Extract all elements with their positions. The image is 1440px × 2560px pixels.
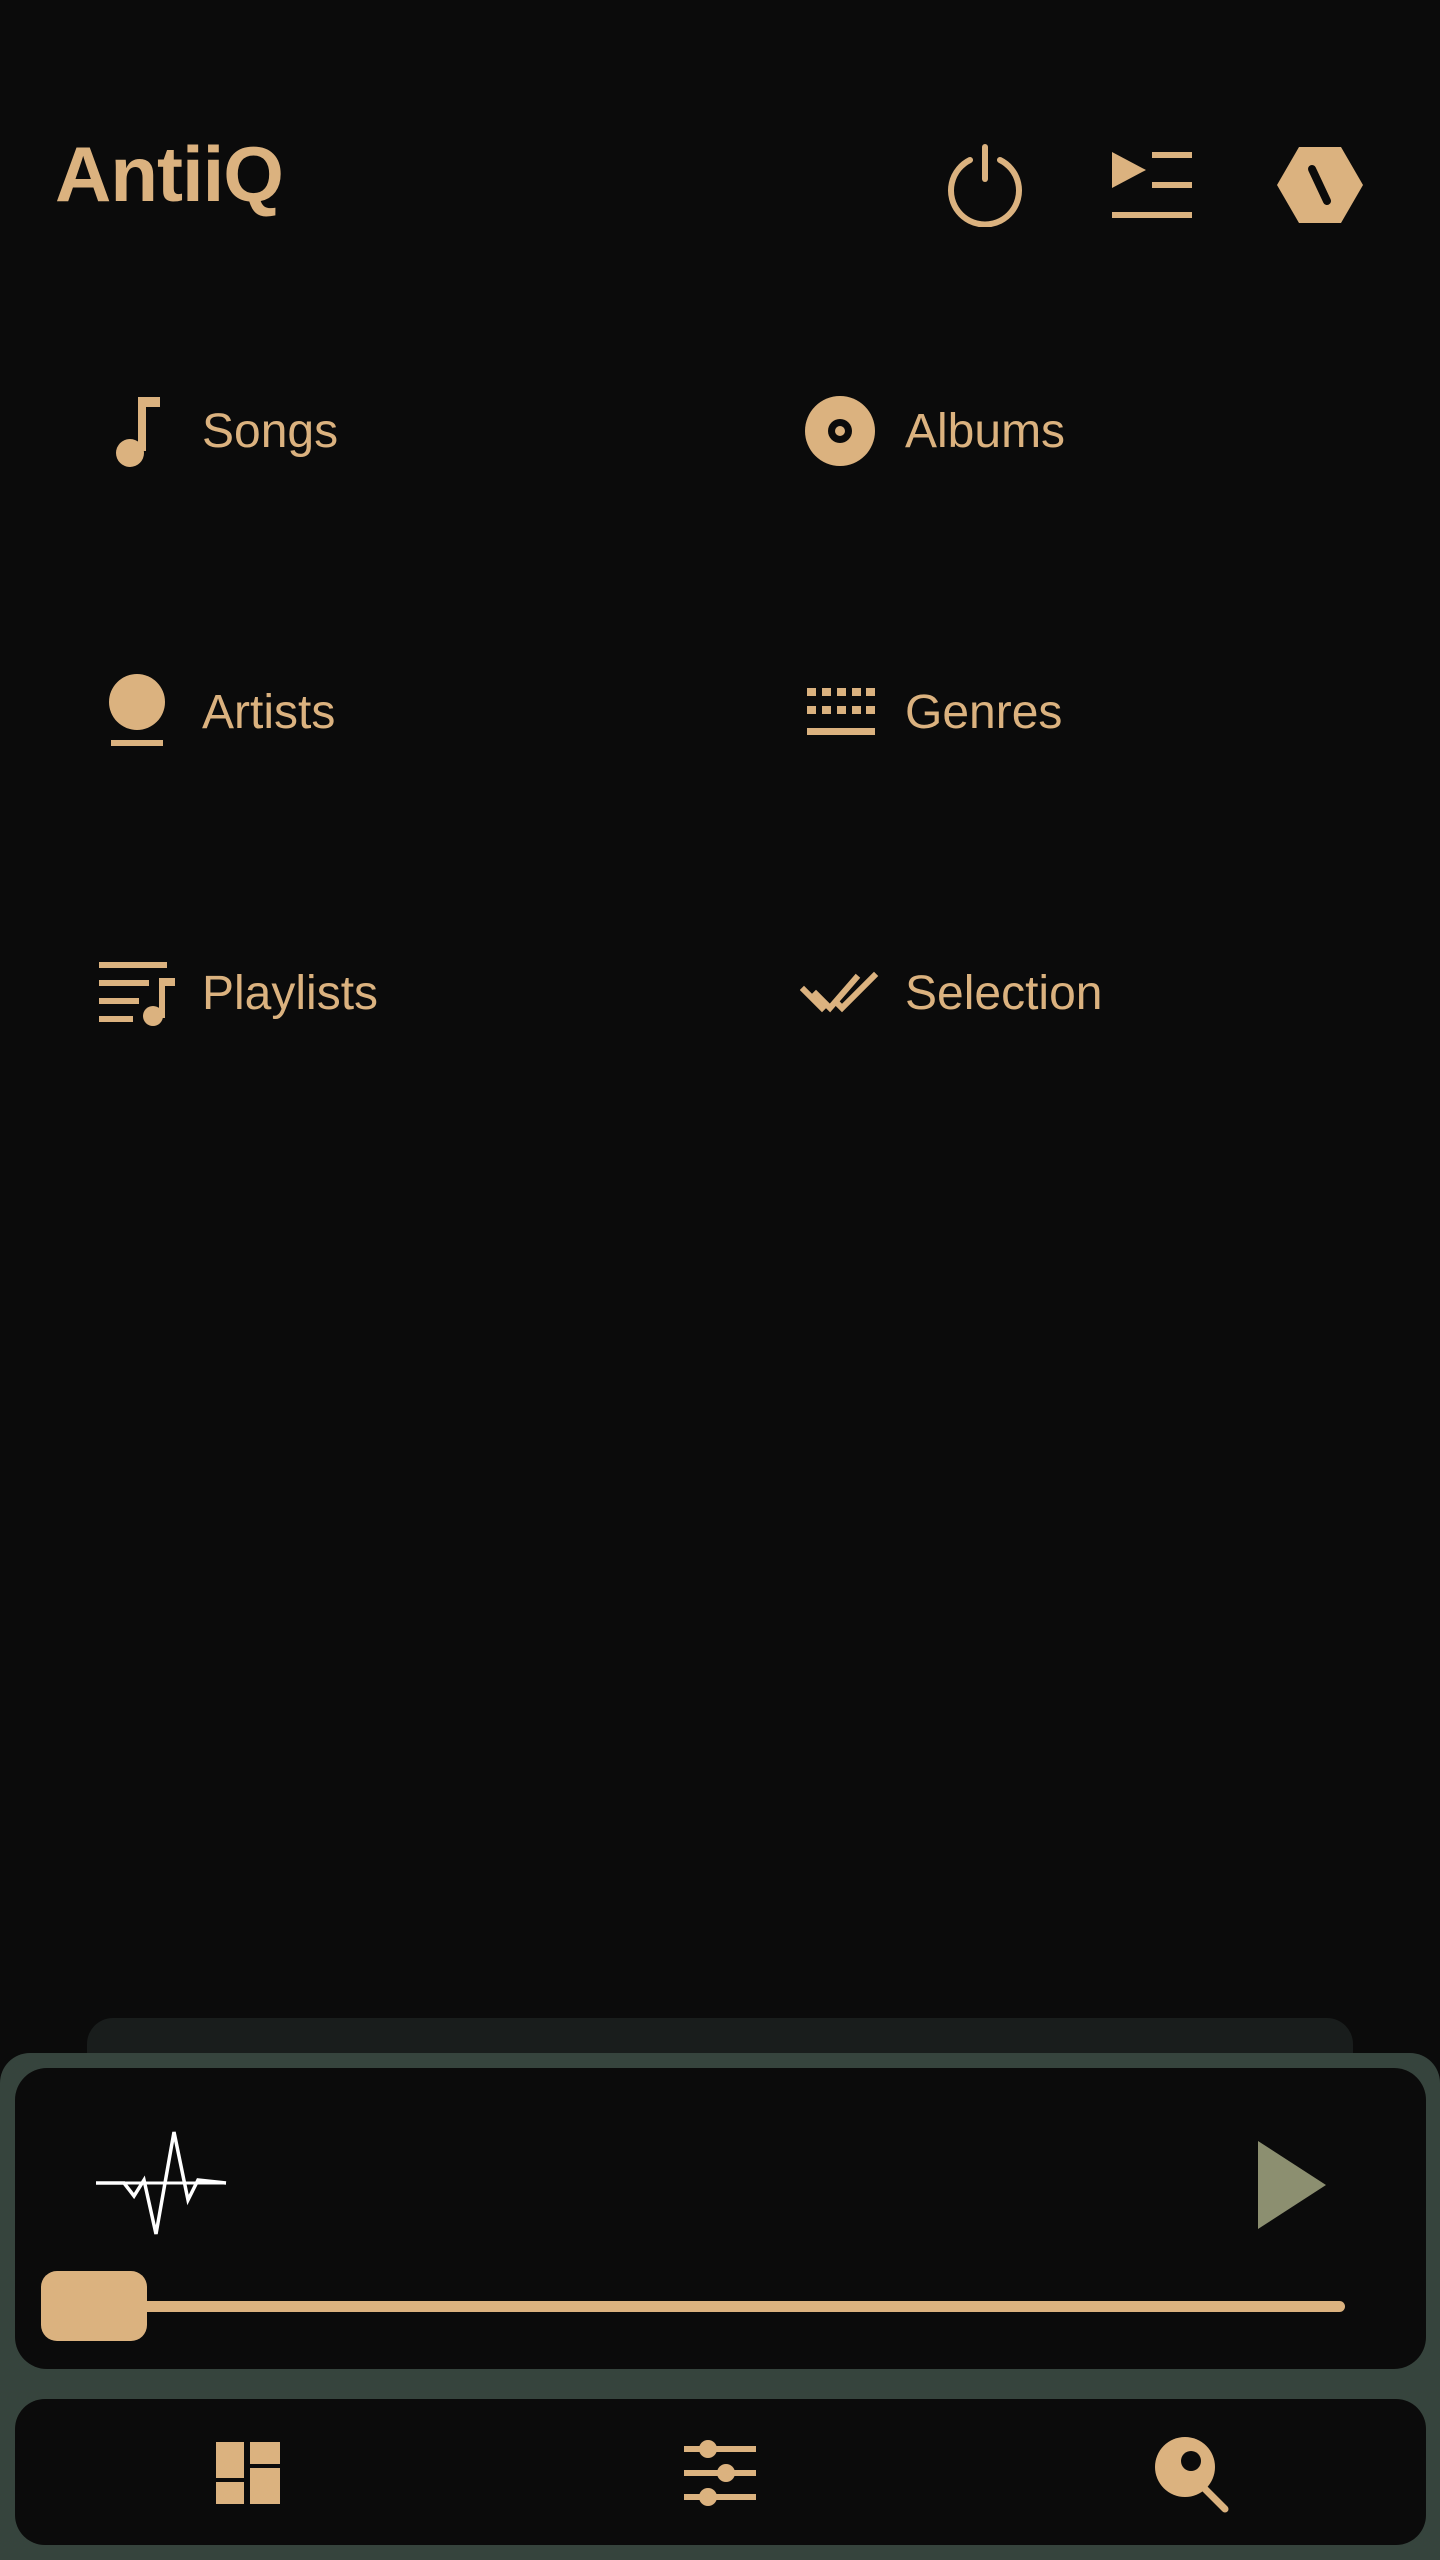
category-songs[interactable]: Songs	[0, 371, 600, 491]
category-label: Artists	[202, 685, 336, 739]
search-icon	[1155, 2437, 1229, 2513]
settings-button[interactable]	[1270, 135, 1370, 235]
category-selection[interactable]: Selection	[703, 933, 1303, 1053]
nav-equalizer-button[interactable]	[660, 2418, 780, 2528]
category-artists[interactable]: Artists	[0, 652, 600, 772]
play-icon	[1258, 2141, 1326, 2229]
queue-icon	[1112, 152, 1192, 218]
power-button[interactable]	[935, 135, 1035, 235]
category-label: Songs	[202, 404, 339, 458]
category-label: Genres	[905, 685, 1063, 739]
artist-icon	[92, 667, 182, 757]
music-note-icon	[92, 386, 182, 476]
dashboard-icon	[216, 2442, 280, 2504]
power-icon	[948, 144, 1022, 227]
seek-bar[interactable]	[100, 2301, 1345, 2312]
play-button[interactable]	[1240, 2130, 1340, 2240]
app-root: AntiiQ Songs Albums Artists Genres Playl…	[0, 0, 1440, 2560]
category-albums[interactable]: Albums	[703, 371, 1303, 491]
seek-handle[interactable]	[41, 2271, 147, 2341]
playlist-icon	[92, 948, 182, 1038]
category-label: Selection	[905, 966, 1103, 1020]
double-check-icon	[795, 948, 885, 1038]
hexagon-settings-icon	[1277, 147, 1363, 223]
category-label: Albums	[905, 404, 1066, 458]
app-title: AntiiQ	[55, 130, 284, 218]
album-disc-icon	[795, 386, 885, 476]
genres-grid-icon	[795, 667, 885, 757]
category-playlists[interactable]: Playlists	[0, 933, 600, 1053]
nav-dashboard-button[interactable]	[189, 2418, 309, 2528]
waveform-icon	[94, 2128, 228, 2238]
equalizer-icon	[684, 2440, 756, 2506]
category-genres[interactable]: Genres	[703, 652, 1303, 772]
queue-button[interactable]	[1102, 135, 1202, 235]
nav-search-button[interactable]	[1131, 2418, 1251, 2528]
category-label: Playlists	[202, 966, 379, 1020]
